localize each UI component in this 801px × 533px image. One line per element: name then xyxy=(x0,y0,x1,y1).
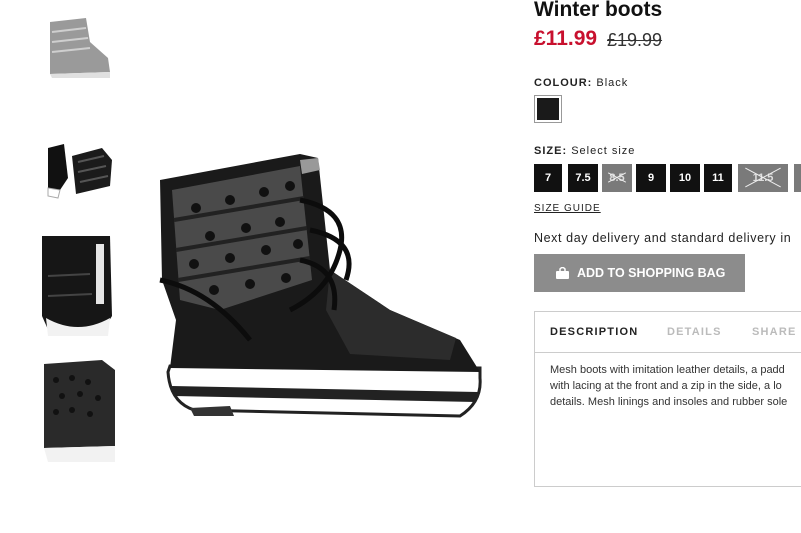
size-option-11-5-unavailable: 11.5 xyxy=(738,164,788,192)
colour-value: Black xyxy=(596,77,629,89)
original-price: £19.99 xyxy=(607,30,663,50)
add-to-bag-label: ADD TO SHOPPING BAG xyxy=(577,266,726,280)
tab-description[interactable]: DESCRIPTION xyxy=(550,326,638,338)
size-option-11[interactable]: 11 xyxy=(704,164,732,192)
size-placeholder: Select size xyxy=(571,145,636,157)
main-product-image xyxy=(150,140,490,425)
size-option-partial xyxy=(794,164,801,192)
sale-price: £11.99 xyxy=(534,27,598,50)
add-to-bag-button[interactable]: ADD TO SHOPPING BAG xyxy=(534,254,745,292)
thumbnail-boot-front[interactable] xyxy=(42,236,115,340)
size-option-7-5[interactable]: 7.5 xyxy=(568,164,598,192)
description-line: with lacing at the front and a zip in th… xyxy=(550,380,782,392)
info-tabs: DESCRIPTION DETAILS SHARE xyxy=(535,312,801,353)
colour-label: COLOUR: xyxy=(534,77,593,89)
shopping-bag-icon xyxy=(556,267,569,279)
size-option-8-5-unavailable: 8.5 xyxy=(602,164,632,192)
size-option-10[interactable]: 10 xyxy=(670,164,700,192)
thumbnail-grey-boot[interactable] xyxy=(42,14,115,82)
size-option-7[interactable]: 7 xyxy=(534,164,562,192)
size-guide-link[interactable]: SIZE GUIDE xyxy=(534,203,601,214)
thumbnail-boot-pair-top[interactable] xyxy=(42,138,115,202)
size-row: SIZE: Select size xyxy=(534,145,635,157)
description-line: details. Mesh linings and insoles and ru… xyxy=(550,396,788,408)
thumbnail-boot-back[interactable] xyxy=(42,360,115,464)
size-option-9[interactable]: 9 xyxy=(636,164,666,192)
product-title: Winter boots xyxy=(534,0,663,21)
product-info-panel: DESCRIPTION DETAILS SHARE Mesh boots wit… xyxy=(534,311,801,487)
tab-share[interactable]: SHARE xyxy=(752,326,797,338)
colour-row: COLOUR: Black xyxy=(534,77,628,89)
description-line: Mesh boots with imitation leather detail… xyxy=(550,364,785,376)
size-label: SIZE: xyxy=(534,145,568,157)
colour-swatch-black[interactable] xyxy=(534,95,562,123)
description-text: Mesh boots with imitation leather detail… xyxy=(550,362,801,410)
tab-details[interactable]: DETAILS xyxy=(667,326,722,338)
delivery-info: Next day delivery and standard delivery … xyxy=(534,231,792,245)
